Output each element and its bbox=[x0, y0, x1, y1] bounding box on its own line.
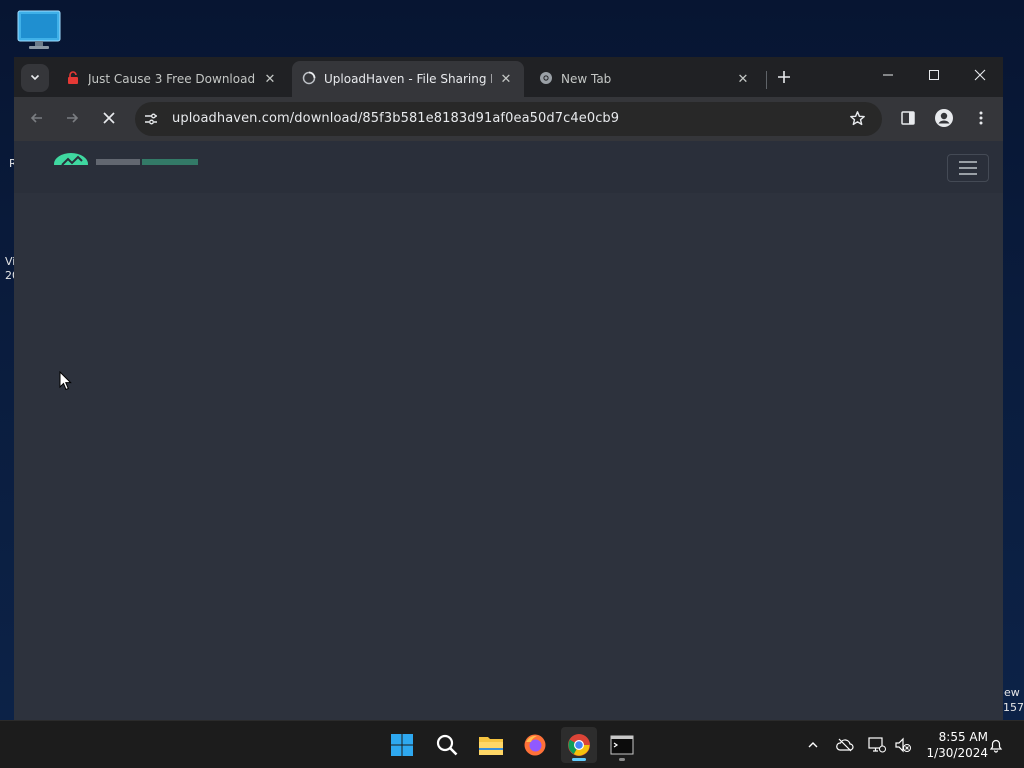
more-vert-icon bbox=[973, 110, 989, 129]
running-indicator bbox=[619, 758, 625, 761]
minimize-icon bbox=[882, 69, 894, 84]
chrome-icon bbox=[539, 71, 553, 88]
desktop-peek-label: 157 bbox=[1003, 701, 1024, 714]
menu-toggle-button[interactable] bbox=[947, 154, 989, 182]
loading-globe-icon bbox=[302, 71, 316, 88]
onedrive-offline-icon[interactable] bbox=[835, 735, 855, 755]
address-bar[interactable]: uploadhaven.com/download/85f3b581e8183d9… bbox=[135, 102, 882, 136]
tab-search-button[interactable] bbox=[21, 64, 49, 92]
star-icon[interactable] bbox=[849, 110, 866, 130]
volume-muted-icon[interactable] bbox=[893, 735, 913, 755]
clock-time: 8:55 AM bbox=[938, 730, 988, 744]
maximize-button[interactable] bbox=[911, 57, 957, 95]
web-page-content bbox=[14, 141, 1003, 720]
chevron-up-icon[interactable] bbox=[803, 735, 823, 755]
firefox-icon[interactable] bbox=[517, 727, 553, 763]
tab-just-cause[interactable]: Just Cause 3 Free Download (v1 ✕ bbox=[56, 61, 288, 97]
tab-separator bbox=[766, 71, 767, 89]
profile-button[interactable] bbox=[930, 105, 958, 133]
tab-title: Just Cause 3 Free Download (v1 bbox=[88, 72, 256, 86]
plus-icon bbox=[777, 70, 791, 87]
stop-loading-button[interactable] bbox=[95, 105, 123, 133]
terminal-icon[interactable] bbox=[604, 727, 640, 763]
close-window-button[interactable] bbox=[957, 57, 1003, 95]
minimize-button[interactable] bbox=[865, 57, 911, 95]
chrome-taskbar-icon[interactable] bbox=[561, 727, 597, 763]
clock-date: 1/30/2024 bbox=[926, 746, 988, 760]
chevron-down-icon bbox=[29, 71, 41, 86]
close-icon[interactable]: ✕ bbox=[498, 71, 514, 87]
close-icon[interactable]: ✕ bbox=[262, 71, 278, 87]
side-panel-button[interactable] bbox=[894, 105, 922, 133]
computer-icon[interactable] bbox=[17, 10, 61, 50]
close-icon bbox=[974, 69, 986, 84]
back-button[interactable] bbox=[23, 105, 51, 133]
new-tab-button[interactable] bbox=[772, 66, 796, 90]
browser-menu-button[interactable] bbox=[967, 105, 995, 133]
mouse-cursor-icon bbox=[59, 370, 73, 391]
site-header bbox=[14, 141, 1003, 193]
arrow-right-icon bbox=[64, 110, 80, 129]
tab-title: UploadHaven - File Sharing Ma bbox=[324, 72, 492, 86]
forward-button[interactable] bbox=[58, 105, 86, 133]
desktop-peek-label: ew bbox=[1004, 686, 1020, 699]
browser-toolbar: uploadhaven.com/download/85f3b581e8183d9… bbox=[14, 97, 1003, 141]
tab-new-tab[interactable]: New Tab ✕ bbox=[529, 61, 761, 97]
maximize-icon bbox=[928, 69, 940, 84]
windows-start-icon[interactable] bbox=[384, 727, 420, 763]
tab-uploadhaven[interactable]: UploadHaven - File Sharing Ma ✕ bbox=[292, 61, 524, 97]
tab-strip: Just Cause 3 Free Download (v1 ✕ UploadH… bbox=[14, 57, 1003, 97]
notification-bell-icon[interactable] bbox=[986, 735, 1006, 755]
avatar-icon bbox=[934, 108, 954, 131]
system-clock[interactable]: 8:55 AM 1/30/2024 bbox=[918, 729, 988, 761]
network-icon[interactable] bbox=[867, 735, 887, 755]
stop-icon bbox=[102, 111, 116, 128]
lock-icon bbox=[66, 70, 80, 88]
browser-window: Just Cause 3 Free Download (v1 ✕ UploadH… bbox=[14, 57, 1003, 720]
close-icon[interactable]: ✕ bbox=[735, 71, 751, 87]
tab-title: New Tab bbox=[561, 72, 612, 86]
side-panel-icon bbox=[900, 110, 916, 129]
file-explorer-icon[interactable] bbox=[473, 727, 509, 763]
cloud-logo-icon[interactable] bbox=[52, 151, 202, 165]
active-indicator bbox=[572, 758, 586, 761]
site-settings-icon[interactable] bbox=[143, 111, 159, 130]
search-icon[interactable] bbox=[429, 727, 465, 763]
url-text: uploadhaven.com/download/85f3b581e8183d9… bbox=[172, 111, 620, 126]
arrow-left-icon bbox=[29, 110, 45, 129]
taskbar: 8:55 AM 1/30/2024 bbox=[0, 720, 1024, 768]
